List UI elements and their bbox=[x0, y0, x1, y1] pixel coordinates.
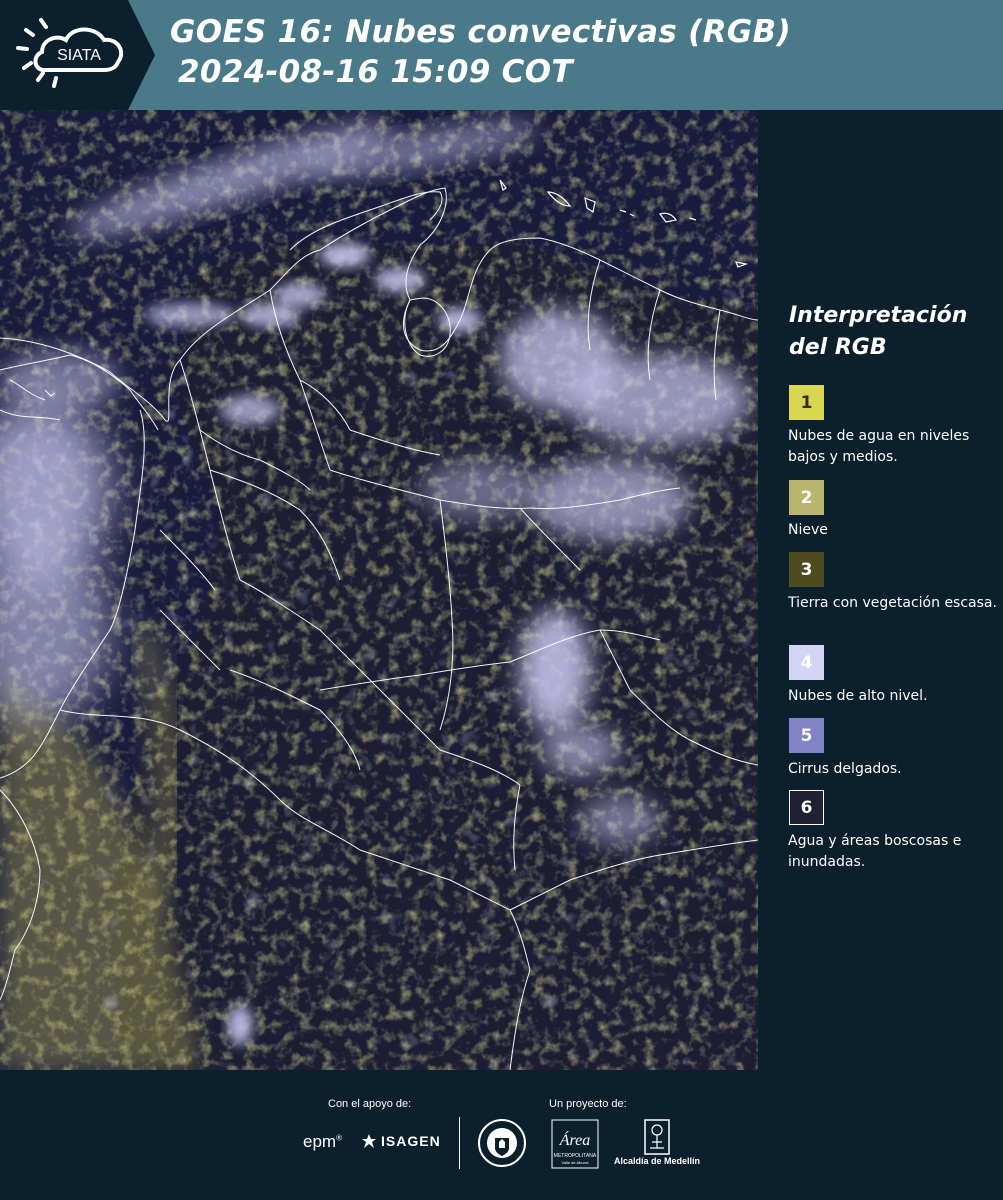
area-metropolitana-logo: Área METROPOLITANA Valle de Aburrá bbox=[551, 1119, 599, 1169]
page-title: GOES 16: Nubes convectivas (RGB) bbox=[170, 14, 791, 50]
legend-swatch-2: 2 bbox=[789, 480, 824, 515]
legend-swatch-4: 4 bbox=[789, 645, 824, 680]
legend-swatch-5: 5 bbox=[789, 718, 824, 753]
satellite-map bbox=[0, 110, 758, 1070]
legend-number-1: 1 bbox=[800, 392, 813, 413]
legend-swatch-6: 6 bbox=[789, 790, 824, 825]
isagen-logo: ISAGEN bbox=[361, 1133, 441, 1149]
satellite-image bbox=[0, 110, 758, 1070]
footer-divider bbox=[459, 1117, 460, 1169]
svg-text:Área: Área bbox=[559, 1130, 591, 1149]
alcaldia-medellin-logo: Alcaldía de Medellín bbox=[612, 1118, 702, 1170]
epm-logo-text: epm bbox=[303, 1132, 337, 1151]
legend-number-5: 5 bbox=[800, 725, 813, 746]
legend-label-1: Nubes de agua en niveles bajos y medios. bbox=[788, 428, 970, 465]
legend-number-4: 4 bbox=[800, 652, 813, 673]
legend-swatch-3: 3 bbox=[789, 552, 824, 587]
footer: Con el apoyo de: Un proyecto de: epm® IS… bbox=[0, 1070, 1003, 1200]
svg-text:METROPOLITANA: METROPOLITANA bbox=[554, 1153, 597, 1159]
epm-logo: epm® bbox=[303, 1132, 342, 1151]
legend-number-6: 6 bbox=[800, 797, 813, 818]
svg-text:Valle de Aburrá: Valle de Aburrá bbox=[561, 1160, 589, 1165]
alcaldia-label: Alcaldía de Medellín bbox=[613, 1156, 701, 1166]
support-label: Con el apoyo de: bbox=[328, 1098, 412, 1110]
legend-panel: Interpretación del RGB 1 Nubes de agua e… bbox=[758, 110, 1003, 1070]
legend-label-3: Tierra con vegetación escasa. bbox=[788, 595, 997, 611]
siata-logo: SIATA bbox=[0, 0, 155, 110]
medellin-seal-logo bbox=[477, 1118, 527, 1172]
timestamp: 2024-08-16 15:09 COT bbox=[178, 54, 573, 90]
isagen-symbol-icon bbox=[362, 1134, 376, 1148]
siata-logo-text: SIATA bbox=[57, 47, 101, 64]
isagen-logo-text: ISAGEN bbox=[381, 1133, 441, 1149]
legend-label-6: Agua y áreas boscosas e inundadas. bbox=[788, 833, 962, 870]
project-label: Un proyecto de: bbox=[549, 1098, 627, 1110]
legend-title: Interpretación del RGB bbox=[789, 303, 968, 360]
legend-number-3: 3 bbox=[800, 559, 813, 580]
legend-label-2: Nieve bbox=[788, 522, 828, 538]
header-bar: SIATA GOES 16: Nubes convectivas (RGB) 2… bbox=[0, 0, 1003, 110]
legend-label-5: Cirrus delgados. bbox=[788, 761, 902, 777]
legend-swatch-1: 1 bbox=[789, 385, 824, 420]
legend-number-2: 2 bbox=[800, 487, 813, 508]
legend-label-4: Nubes de alto nivel. bbox=[788, 688, 928, 704]
